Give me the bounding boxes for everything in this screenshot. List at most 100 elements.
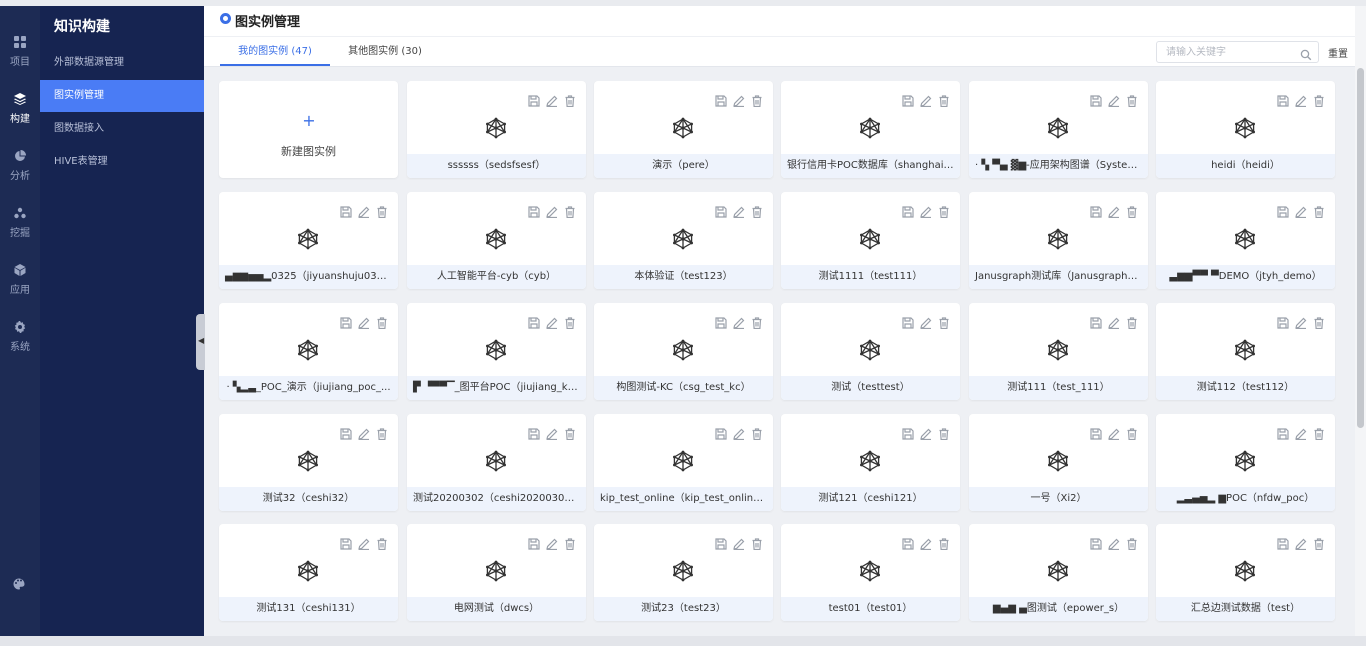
save-icon[interactable]: [902, 425, 914, 440]
save-icon[interactable]: [1277, 425, 1289, 440]
edit-icon[interactable]: [358, 203, 370, 219]
edit-icon[interactable]: [358, 425, 370, 441]
delete-icon[interactable]: [376, 314, 388, 330]
reset-button[interactable]: 重置: [1328, 45, 1348, 60]
instance-card[interactable]: · ▚ ▀▄ ▓▆-应用架构图谱（SystemStr...: [969, 81, 1148, 178]
delete-icon[interactable]: [938, 203, 950, 219]
delete-icon[interactable]: [751, 92, 763, 108]
edit-icon[interactable]: [733, 203, 745, 219]
save-icon[interactable]: [1090, 314, 1102, 329]
save-icon[interactable]: [715, 314, 727, 329]
delete-icon[interactable]: [1126, 425, 1138, 441]
instance-card[interactable]: 电网测试（dwcs）: [407, 524, 586, 621]
save-icon[interactable]: [715, 92, 727, 107]
delete-icon[interactable]: [564, 535, 576, 551]
save-icon[interactable]: [1277, 203, 1289, 218]
delete-icon[interactable]: [938, 92, 950, 108]
edit-icon[interactable]: [546, 314, 558, 330]
save-icon[interactable]: [528, 203, 540, 218]
edit-icon[interactable]: [1295, 425, 1307, 441]
delete-icon[interactable]: [751, 535, 763, 551]
edit-icon[interactable]: [1295, 314, 1307, 330]
rail-item-4[interactable]: 应用: [0, 256, 40, 304]
save-icon[interactable]: [1277, 535, 1289, 550]
instance-card[interactable]: Janusgraph测试库（Janusgraph_ya...: [969, 192, 1148, 289]
instance-card[interactable]: 银行信用卡POC数据库（shanghaiba...: [781, 81, 960, 178]
delete-icon[interactable]: [1126, 92, 1138, 108]
subnav-item-1[interactable]: 图实例管理: [40, 80, 204, 112]
save-icon[interactable]: [1090, 535, 1102, 550]
tab-my-instances[interactable]: 我的图实例 (47): [220, 37, 330, 66]
instance-card[interactable]: 测试112（test112）: [1156, 303, 1335, 400]
save-icon[interactable]: [528, 314, 540, 329]
save-icon[interactable]: [902, 314, 914, 329]
palette-icon[interactable]: [13, 575, 27, 590]
edit-icon[interactable]: [546, 203, 558, 219]
edit-icon[interactable]: [920, 92, 932, 108]
instance-card[interactable]: 测试23（test23）: [594, 524, 773, 621]
edit-icon[interactable]: [546, 535, 558, 551]
rail-item-5[interactable]: 系统: [0, 313, 40, 361]
instance-card[interactable]: · ▚▂▃_POC_演示（jiujiang_poc_...: [219, 303, 398, 400]
instance-card[interactable]: heidi（heidi）: [1156, 81, 1335, 178]
edit-icon[interactable]: [1108, 92, 1120, 108]
edit-icon[interactable]: [358, 535, 370, 551]
save-icon[interactable]: [340, 203, 352, 218]
delete-icon[interactable]: [376, 203, 388, 219]
delete-icon[interactable]: [564, 425, 576, 441]
edit-icon[interactable]: [1295, 92, 1307, 108]
edit-icon[interactable]: [920, 314, 932, 330]
instance-card[interactable]: ▂▃▄▅▂ ▆POC（nfdw_poc）: [1156, 414, 1335, 511]
save-icon[interactable]: [715, 535, 727, 550]
save-icon[interactable]: [902, 92, 914, 107]
edit-icon[interactable]: [733, 535, 745, 551]
instance-card[interactable]: 演示（pere）: [594, 81, 773, 178]
edit-icon[interactable]: [546, 425, 558, 441]
instance-card[interactable]: 测试131（ceshi131）: [219, 524, 398, 621]
delete-icon[interactable]: [938, 425, 950, 441]
edit-icon[interactable]: [920, 425, 932, 441]
edit-icon[interactable]: [358, 314, 370, 330]
rail-item-0[interactable]: 项目: [0, 28, 40, 76]
instance-card[interactable]: 测试111（test_111）: [969, 303, 1148, 400]
edit-icon[interactable]: [733, 425, 745, 441]
instance-card[interactable]: 测试32（ceshi32）: [219, 414, 398, 511]
delete-icon[interactable]: [938, 535, 950, 551]
instance-card[interactable]: ▆▄▆ ▄图测试（epower_s）: [969, 524, 1148, 621]
save-icon[interactable]: [1090, 425, 1102, 440]
save-icon[interactable]: [715, 425, 727, 440]
save-icon[interactable]: [1090, 203, 1102, 218]
save-icon[interactable]: [340, 535, 352, 550]
instance-card[interactable]: ▄▆▆▅▅▂0325（jiyuanshuju0325）: [219, 192, 398, 289]
instance-card[interactable]: ssssss（sedsfsesf）: [407, 81, 586, 178]
delete-icon[interactable]: [1313, 535, 1325, 551]
rail-item-3[interactable]: 挖掘: [0, 199, 40, 247]
instance-card[interactable]: kip_test_online（kip_test_online）: [594, 414, 773, 511]
rail-item-2[interactable]: 分析: [0, 142, 40, 190]
search-icon[interactable]: [1300, 46, 1312, 61]
save-icon[interactable]: [902, 203, 914, 218]
delete-icon[interactable]: [1313, 425, 1325, 441]
delete-icon[interactable]: [751, 425, 763, 441]
delete-icon[interactable]: [1126, 535, 1138, 551]
instance-card[interactable]: 汇总边测试数据（test）: [1156, 524, 1335, 621]
save-icon[interactable]: [528, 535, 540, 550]
instance-card[interactable]: 本体验证（test123）: [594, 192, 773, 289]
delete-icon[interactable]: [376, 425, 388, 441]
scrollbar-thumb[interactable]: [1357, 68, 1364, 428]
delete-icon[interactable]: [1313, 314, 1325, 330]
instance-card[interactable]: 一号（Xi2）: [969, 414, 1148, 511]
edit-icon[interactable]: [1295, 535, 1307, 551]
scrollbar[interactable]: [1355, 6, 1366, 636]
instance-card[interactable]: 人工智能平台-cyb（cyb）: [407, 192, 586, 289]
delete-icon[interactable]: [1126, 314, 1138, 330]
edit-icon[interactable]: [733, 92, 745, 108]
edit-icon[interactable]: [1108, 314, 1120, 330]
new-instance-card[interactable]: + 新建图实例: [219, 81, 398, 178]
edit-icon[interactable]: [546, 92, 558, 108]
rail-item-1[interactable]: 构建: [0, 85, 40, 133]
save-icon[interactable]: [528, 425, 540, 440]
delete-icon[interactable]: [564, 314, 576, 330]
edit-icon[interactable]: [920, 535, 932, 551]
delete-icon[interactable]: [751, 203, 763, 219]
